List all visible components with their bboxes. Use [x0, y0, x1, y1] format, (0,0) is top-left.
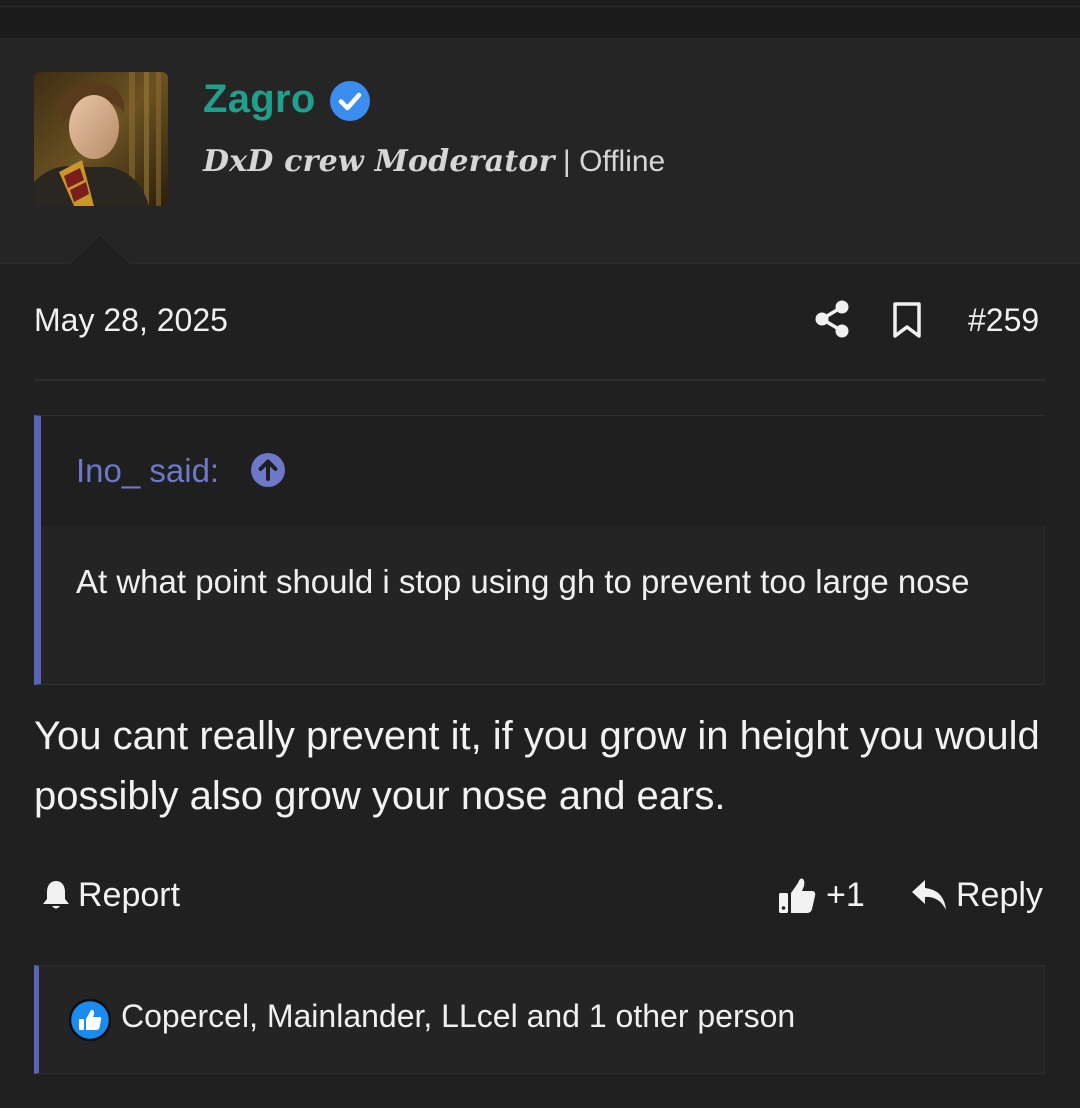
- author-title: DxD crew Moderator | Offline: [203, 144, 665, 179]
- quote-text: At what point should i stop using gh to …: [76, 563, 970, 600]
- reply-label: Reply: [956, 875, 1043, 914]
- reply-button[interactable]: Reply: [910, 872, 1043, 918]
- reaction-count: +1: [826, 875, 865, 914]
- bookmark-icon[interactable]: [892, 302, 922, 338]
- meta-divider: [34, 379, 1046, 381]
- share-icon[interactable]: [814, 300, 850, 338]
- like-reaction-icon: [69, 999, 111, 1041]
- avatar[interactable]: [34, 72, 168, 206]
- post-user-header: Zagro DxD crew Moderator | Offline: [0, 39, 1080, 264]
- verified-check-icon: [330, 81, 370, 121]
- bell-icon: [43, 881, 69, 909]
- report-button[interactable]: Report: [40, 872, 180, 918]
- arrow-up-circle-icon[interactable]: [250, 452, 286, 488]
- quote-author[interactable]: Ino_ said:: [76, 452, 219, 490]
- post-body: You cant really prevent it, if you grow …: [34, 714, 1040, 818]
- reply-arrow-icon: [912, 880, 946, 910]
- post-date[interactable]: May 28, 2025: [34, 302, 228, 339]
- quote-header: Ino_ said:: [41, 416, 1045, 526]
- top-strip: [0, 0, 1080, 39]
- author-name[interactable]: Zagro: [203, 77, 316, 122]
- reaction-names[interactable]: Copercel, Mainlander, LLcel and 1 other …: [121, 998, 795, 1035]
- quote-block: Ino_ said: At what point should i stop u…: [34, 415, 1045, 685]
- avatar-image: [34, 72, 168, 206]
- header-pointer: [70, 235, 130, 264]
- author-status: Offline: [579, 145, 666, 178]
- like-button[interactable]: +1: [776, 872, 865, 918]
- author-role: DxD crew Moderator: [203, 144, 555, 179]
- thumbs-up-icon: [779, 878, 816, 913]
- post-number[interactable]: #259: [968, 302, 1039, 339]
- report-label: Report: [78, 875, 181, 914]
- top-divider: [0, 6, 1080, 7]
- title-separator: |: [554, 145, 580, 178]
- reactions-bar[interactable]: Copercel, Mainlander, LLcel and 1 other …: [34, 965, 1045, 1074]
